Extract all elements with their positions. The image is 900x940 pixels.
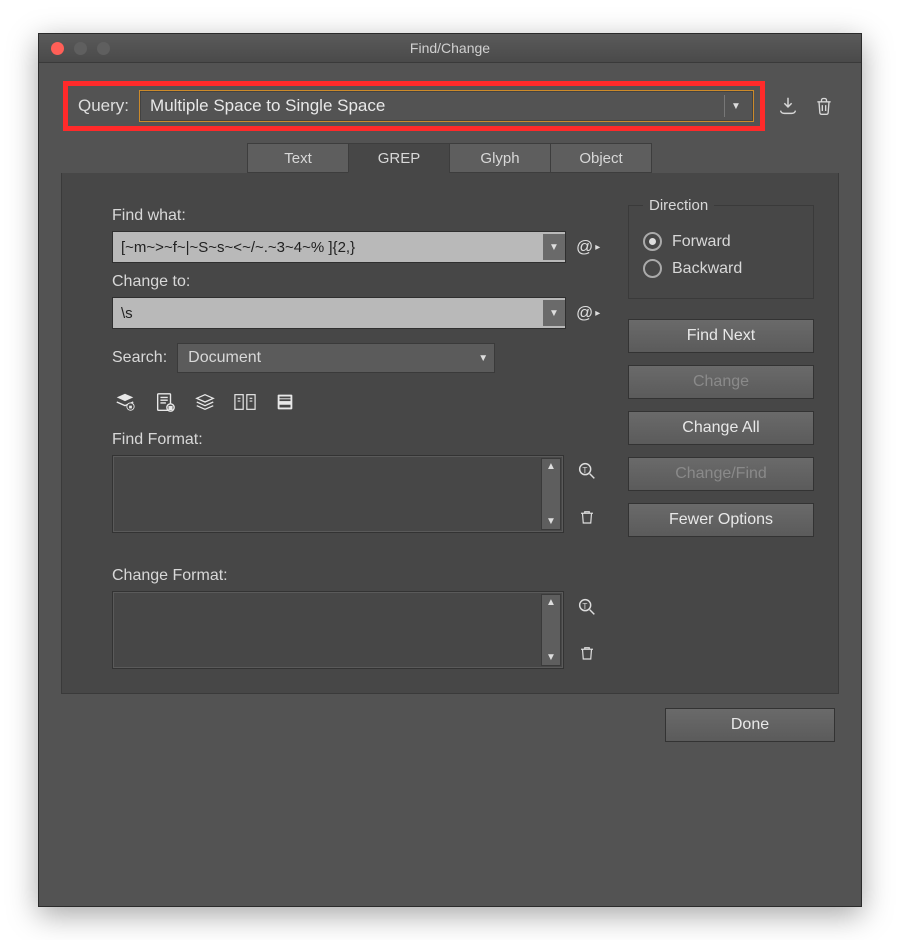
right-column: Direction Forward Backward Find Next Cha… (628, 197, 814, 669)
radio-icon (643, 232, 662, 251)
change-all-button[interactable]: Change All (628, 411, 814, 445)
tab-bar: Text GREP Glyph Object (39, 143, 861, 173)
chevron-down-icon: ▼ (543, 234, 565, 260)
query-value: Multiple Space to Single Space (150, 96, 385, 116)
specify-find-format-icon[interactable]: T (576, 455, 598, 487)
change-to-value: \s (121, 305, 133, 322)
locked-layers-icon[interactable] (112, 389, 138, 415)
special-chars-find-icon[interactable]: @▸ (576, 237, 600, 257)
minimize-window-button[interactable] (74, 42, 87, 55)
maximize-window-button[interactable] (97, 42, 110, 55)
direction-forward-radio[interactable]: Forward (643, 232, 799, 251)
search-options-toolbar (112, 389, 600, 415)
query-label: Query: (78, 96, 129, 116)
find-what-field[interactable]: [~m~>~f~|~S~s~<~/~.~3~4~% ]{2,} ▼ (112, 231, 566, 263)
tab-object[interactable]: Object (550, 143, 652, 173)
titlebar: Find/Change (39, 34, 861, 63)
change-button[interactable]: Change (628, 365, 814, 399)
change-find-button[interactable]: Change/Find (628, 457, 814, 491)
find-next-button[interactable]: Find Next (628, 319, 814, 353)
chevron-down-icon: ▼ (543, 300, 565, 326)
specify-change-format-icon[interactable]: T (576, 591, 598, 623)
change-to-field[interactable]: \s ▼ (112, 297, 566, 329)
tab-text[interactable]: Text (247, 143, 349, 173)
tab-grep[interactable]: GREP (348, 143, 450, 173)
special-chars-change-icon[interactable]: @▸ (576, 303, 600, 323)
direction-backward-radio[interactable]: Backward (643, 259, 799, 278)
chevron-down-icon: ▼ (724, 95, 747, 117)
radio-icon (643, 259, 662, 278)
svg-text:T: T (582, 466, 587, 475)
save-query-icon[interactable] (775, 93, 801, 119)
scrollbar[interactable]: ▲▼ (541, 594, 561, 666)
clear-find-format-icon[interactable] (578, 501, 596, 533)
footnotes-icon[interactable] (272, 389, 298, 415)
change-format-label: Change Format: (112, 567, 600, 585)
chevron-down-icon: ▼ (478, 353, 488, 364)
find-change-window: Find/Change Query: Multiple Space to Sin… (38, 33, 862, 907)
direction-legend: Direction (643, 197, 714, 214)
footer: Done (39, 708, 861, 762)
query-dropdown[interactable]: Multiple Space to Single Space ▼ (139, 90, 754, 122)
left-column: Find what: [~m~>~f~|~S~s~<~/~.~3~4~% ]{2… (112, 197, 600, 669)
hidden-layers-icon[interactable] (192, 389, 218, 415)
window-title: Find/Change (39, 40, 861, 56)
find-format-label: Find Format: (112, 431, 600, 449)
master-pages-icon[interactable] (232, 389, 258, 415)
search-scope-value: Document (188, 349, 261, 367)
search-scope-dropdown[interactable]: Document ▼ (177, 343, 495, 373)
scrollbar[interactable]: ▲▼ (541, 458, 561, 530)
tab-glyph[interactable]: Glyph (449, 143, 551, 173)
search-scope-label: Search: (112, 349, 167, 367)
main-panel: Find what: [~m~>~f~|~S~s~<~/~.~3~4~% ]{2… (61, 173, 839, 694)
window-controls (39, 42, 110, 55)
query-highlight: Query: Multiple Space to Single Space ▼ (63, 81, 765, 131)
locked-stories-icon[interactable] (152, 389, 178, 415)
find-format-box[interactable]: ▲▼ (112, 455, 564, 533)
delete-query-icon[interactable] (811, 93, 837, 119)
find-what-label: Find what: (112, 207, 600, 225)
query-row: Query: Multiple Space to Single Space ▼ (39, 63, 861, 139)
change-to-label: Change to: (112, 273, 600, 291)
direction-group: Direction Forward Backward (628, 197, 814, 299)
find-what-value: [~m~>~f~|~S~s~<~/~.~3~4~% ]{2,} (121, 239, 355, 256)
svg-text:T: T (582, 602, 587, 611)
done-button[interactable]: Done (665, 708, 835, 742)
clear-change-format-icon[interactable] (578, 637, 596, 669)
change-format-box[interactable]: ▲▼ (112, 591, 564, 669)
close-window-button[interactable] (51, 42, 64, 55)
fewer-options-button[interactable]: Fewer Options (628, 503, 814, 537)
